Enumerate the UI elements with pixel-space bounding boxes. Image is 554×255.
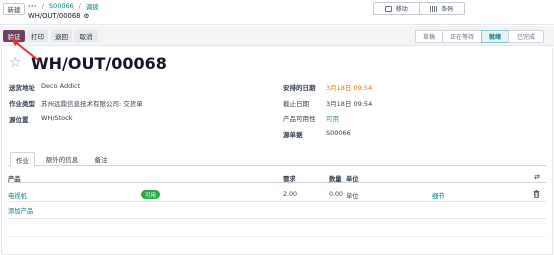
row-quantity[interactable]: 0.00	[329, 191, 343, 198]
status-done[interactable]: 已完成	[508, 30, 544, 43]
breadcrumb-transfers[interactable]: 调拨	[86, 1, 99, 11]
source-document-field[interactable]: S00066	[326, 129, 351, 137]
availability-badge: 可用	[141, 190, 160, 199]
source-location-label: 源位置	[9, 116, 29, 124]
status-waiting[interactable]: 正在等待	[442, 30, 482, 43]
add-product-link[interactable]: 添加产品	[8, 206, 33, 215]
adjust-columns-icon[interactable]: ⇄	[534, 173, 540, 181]
validate-button[interactable]: 验证	[3, 30, 25, 42]
barcode-icon	[430, 5, 438, 12]
row-demand: 2.00	[283, 191, 298, 198]
return-button[interactable]: 退回	[51, 30, 72, 42]
action-bar: 验证 打印 退回 取消 草稿 正在等待 就绪 已完成	[0, 26, 554, 46]
mobile-view-label: 移动	[395, 6, 408, 13]
cancel-button[interactable]: 取消	[74, 30, 98, 42]
trash-icon[interactable]	[533, 190, 540, 198]
breadcrumb-more[interactable]: ···	[28, 2, 37, 10]
mobile-view-button[interactable]: 移动	[374, 3, 419, 14]
breadcrumb-separator: /	[41, 2, 44, 10]
breadcrumb-sale-order[interactable]: S00066	[49, 2, 74, 10]
table-header: 产品 需求 数量 单位 ⇄	[8, 172, 546, 183]
column-product[interactable]: 产品	[8, 174, 21, 183]
row-unit: 单位	[346, 193, 359, 200]
view-switcher: 移动 条码	[373, 2, 465, 15]
barcode-view-button[interactable]: 条码	[418, 3, 465, 14]
column-unit[interactable]: 单位	[346, 174, 359, 183]
print-button[interactable]: 打印	[27, 30, 48, 42]
breadcrumb-separator: /	[78, 2, 81, 10]
gear-icon[interactable]: ⚙	[84, 12, 90, 20]
table-divider	[8, 218, 546, 219]
delivery-address-field[interactable]: Deco Addict	[41, 82, 80, 90]
status-bar: 草稿 正在等待 就绪 已完成	[415, 30, 544, 43]
delivery-address-label: 送货地址	[9, 84, 35, 92]
scheduled-date-label: 安排的日期	[283, 84, 316, 92]
breadcrumb: ··· / S00066 / 调拨	[28, 1, 99, 11]
status-ready[interactable]: 就绪	[481, 30, 509, 43]
record-title: WH/OUT/00068	[28, 11, 81, 20]
notebook-tabs: 作业 额外的信息 备注	[8, 152, 546, 167]
record-title-line: WH/OUT/00068 ⚙	[28, 11, 89, 20]
row-detail-link[interactable]: 细节	[432, 191, 445, 200]
availability-value: 可用	[326, 115, 339, 123]
table-divider	[8, 236, 546, 237]
status-draft[interactable]: 草稿	[415, 30, 443, 43]
star-icon[interactable]: ☆	[9, 56, 22, 70]
table-row[interactable]: 电视机 可用 2.00 0.00 单位 细节	[8, 188, 546, 202]
source-location-field[interactable]: WH/Stock	[41, 114, 73, 122]
tab-additional-info[interactable]: 额外的信息	[38, 152, 86, 166]
availability-label: 产品可用性	[283, 115, 316, 123]
tab-operations[interactable]: 作业	[10, 152, 35, 167]
source-document-label: 源单据	[283, 131, 303, 139]
tab-notes[interactable]: 备注	[88, 152, 114, 166]
mobile-icon	[384, 5, 392, 12]
operation-type-field[interactable]: 苏州远鼎信息技术有限公司: 交货单	[41, 98, 143, 108]
barcode-view-label: 条码	[441, 6, 454, 13]
column-demand[interactable]: 需求	[283, 174, 296, 183]
column-quantity[interactable]: 数量	[329, 174, 342, 183]
scheduled-date-field[interactable]: 3月18日 09:54	[326, 82, 372, 92]
document-title: WH/OUT/00068	[31, 54, 167, 73]
operation-type-label: 作业类型	[9, 100, 35, 108]
row-product[interactable]: 电视机	[8, 191, 27, 200]
form-sheet	[1, 47, 553, 255]
new-button[interactable]: 新建	[3, 3, 25, 15]
deadline-field[interactable]: 3月18日 09:54	[326, 98, 372, 108]
control-panel: 新建 ··· / S00066 / 调拨 WH/OUT/00068 ⚙ 移动 条…	[0, 0, 554, 25]
deadline-label: 截止日期	[283, 100, 309, 108]
